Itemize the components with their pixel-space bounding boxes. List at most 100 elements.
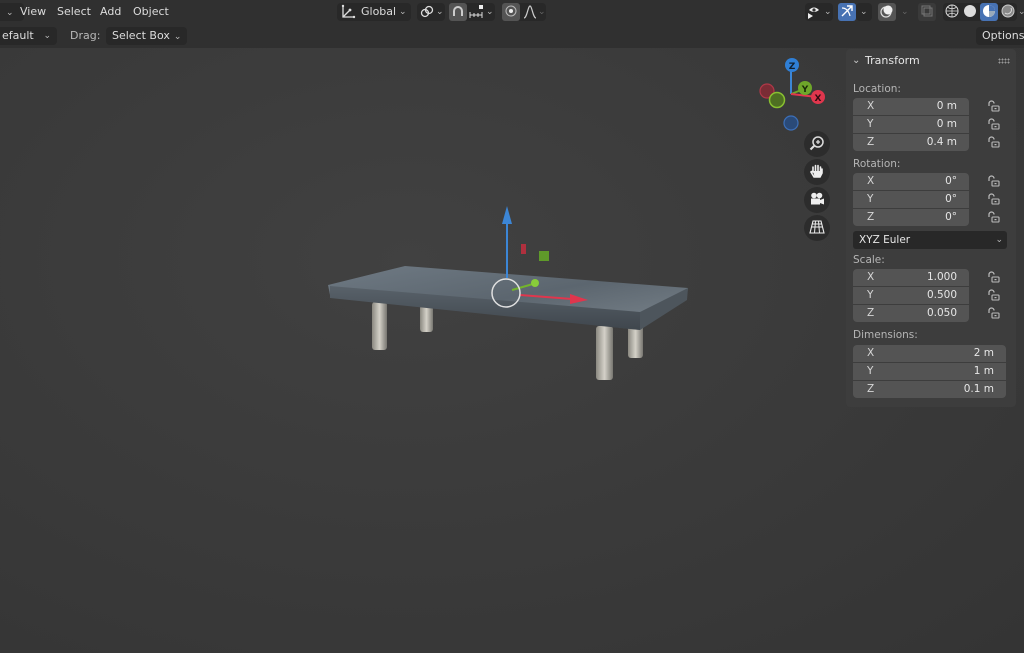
dimensions-label: Dimensions: (853, 329, 918, 341)
axis-label: Y (867, 365, 874, 377)
overlays-toggle[interactable] (878, 3, 896, 21)
location-x-lock-toggle[interactable] (987, 99, 1001, 113)
xray-toggle[interactable] (918, 3, 936, 21)
scale-label: Scale: (853, 254, 885, 266)
rotation-y-lock-toggle[interactable] (987, 192, 1001, 206)
shading-rendered[interactable] (999, 3, 1017, 21)
falloff-curve-icon[interactable] (523, 4, 537, 23)
transform-panel-header[interactable]: ⌄ Transform (846, 49, 1016, 73)
unlock-icon (988, 193, 1000, 205)
orientation-label: Global (361, 5, 397, 18)
scale-z-lock-toggle[interactable] (987, 306, 1001, 320)
axis-label: Z (867, 136, 875, 148)
perspective-grid-icon (809, 219, 825, 238)
neg-z-axis-ball (783, 115, 799, 131)
menu-add[interactable]: Add (100, 4, 121, 20)
material-preview-icon (982, 4, 996, 21)
unlock-icon (988, 136, 1000, 148)
proportional-edit-toggle[interactable] (502, 3, 520, 21)
unlock-icon (988, 175, 1000, 187)
field-value: 0 m (936, 100, 957, 112)
camera-view-button[interactable] (804, 187, 830, 213)
location-y-lock-toggle[interactable] (987, 117, 1001, 131)
scale-y-field[interactable]: Y 0.500 (853, 287, 969, 304)
gizmo-toggle[interactable] (838, 3, 856, 21)
proportional-edit-icon (505, 5, 517, 20)
xray-icon (920, 4, 934, 21)
axis-label: X (867, 271, 875, 283)
options-button[interactable]: Options (976, 27, 1024, 45)
field-value: 0.4 m (926, 136, 957, 148)
axis-label: Y (867, 118, 874, 130)
tool-settings-bar: efault ⌄ Drag: Select Box ⌄ (0, 24, 1024, 48)
scale-x-lock-toggle[interactable] (987, 270, 1001, 284)
table-leg (596, 326, 613, 380)
dimensions-y-field[interactable]: Y 1 m (853, 363, 1006, 380)
transform-orientation-dropdown[interactable]: Global ⌄ (337, 3, 411, 21)
field-value: 0° (945, 211, 957, 223)
neg-y-axis-ball (768, 91, 786, 109)
drag-label: Drag: (70, 29, 101, 42)
dimensions-x-field[interactable]: X 2 m (853, 345, 1006, 362)
scale-z-field[interactable]: Z 0.050 (853, 305, 969, 322)
menu-object[interactable]: Object (133, 4, 169, 20)
snap-increment-icon[interactable] (469, 4, 485, 23)
location-z-lock-toggle[interactable] (987, 135, 1001, 149)
orientation-default-dropdown[interactable]: efault ⌄ (0, 27, 57, 45)
rotation-x-field[interactable]: X 0° (853, 173, 969, 190)
chevron-down-icon[interactable]: ⌄ (901, 4, 909, 20)
zoom-button[interactable] (804, 131, 830, 157)
location-y-field[interactable]: Y 0 m (853, 116, 969, 133)
rotation-x-lock-toggle[interactable] (987, 174, 1001, 188)
pivot-point-dropdown[interactable]: ⌄ (417, 3, 445, 21)
rotation-y-field[interactable]: Y 0° (853, 191, 969, 208)
menu-select[interactable]: Select (57, 4, 91, 20)
magnet-snap-icon (451, 4, 465, 21)
gizmo-y-label: Y (801, 85, 809, 95)
location-label: Location: (853, 83, 901, 95)
chevron-down-icon: ⌄ (436, 7, 444, 17)
unlock-icon (988, 307, 1000, 319)
field-value: 0.500 (926, 289, 957, 301)
chevron-down-icon: ⌄ (995, 235, 1003, 245)
shading-wireframe[interactable] (943, 3, 961, 21)
shading-solid[interactable] (961, 3, 979, 21)
unlock-icon (988, 271, 1000, 283)
chevron-down-icon: ⌄ (538, 7, 546, 17)
axis-label: X (867, 347, 875, 359)
xz-plane-handle (521, 244, 526, 254)
rotation-z-field[interactable]: Z 0° (853, 209, 969, 226)
perspective-toggle-button[interactable] (804, 215, 830, 241)
table-leg (372, 302, 387, 350)
chevron-down-icon[interactable]: ⌄ (1018, 4, 1024, 20)
link-pivot-icon (419, 4, 435, 23)
hand-pan-icon (809, 163, 825, 182)
scale-x-field[interactable]: X 1.000 (853, 269, 969, 286)
axis-label: X (867, 100, 875, 112)
table-object[interactable] (320, 200, 700, 390)
location-z-field[interactable]: Z 0.4 m (853, 134, 969, 151)
rotation-mode-dropdown[interactable]: XYZ Euler ⌄ (853, 231, 1007, 249)
field-value: 0.050 (926, 307, 957, 319)
chevron-down-icon: ⌄ (824, 7, 832, 17)
menu-view[interactable]: View (20, 4, 46, 20)
gizmo-z-label: Z (789, 62, 796, 72)
rotation-label: Rotation: (853, 158, 901, 170)
rotation-z-lock-toggle[interactable] (987, 210, 1001, 224)
pan-button[interactable] (804, 159, 830, 185)
orientation-axes-icon (340, 4, 356, 23)
snap-toggle[interactable] (449, 3, 467, 21)
shading-material-preview[interactable] (980, 3, 998, 21)
yz-plane-handle (539, 251, 549, 261)
navigation-gizmo[interactable]: Z Y X (752, 52, 832, 134)
visibility-dropdown[interactable]: ⌄ (805, 3, 833, 21)
dimensions-z-field[interactable]: Z 0.1 m (853, 381, 1006, 398)
chevron-down-icon[interactable]: ⌄ (486, 3, 494, 21)
location-x-field[interactable]: X 0 m (853, 98, 969, 115)
axis-label: Z (867, 307, 875, 319)
drag-grip-icon[interactable] (998, 58, 1010, 64)
transform-panel-title: Transform (865, 54, 920, 67)
drag-select-box-dropdown[interactable]: Select Box ⌄ (106, 27, 188, 45)
scale-y-lock-toggle[interactable] (987, 288, 1001, 302)
gizmo-dropdown[interactable]: ⌄ (856, 3, 872, 21)
